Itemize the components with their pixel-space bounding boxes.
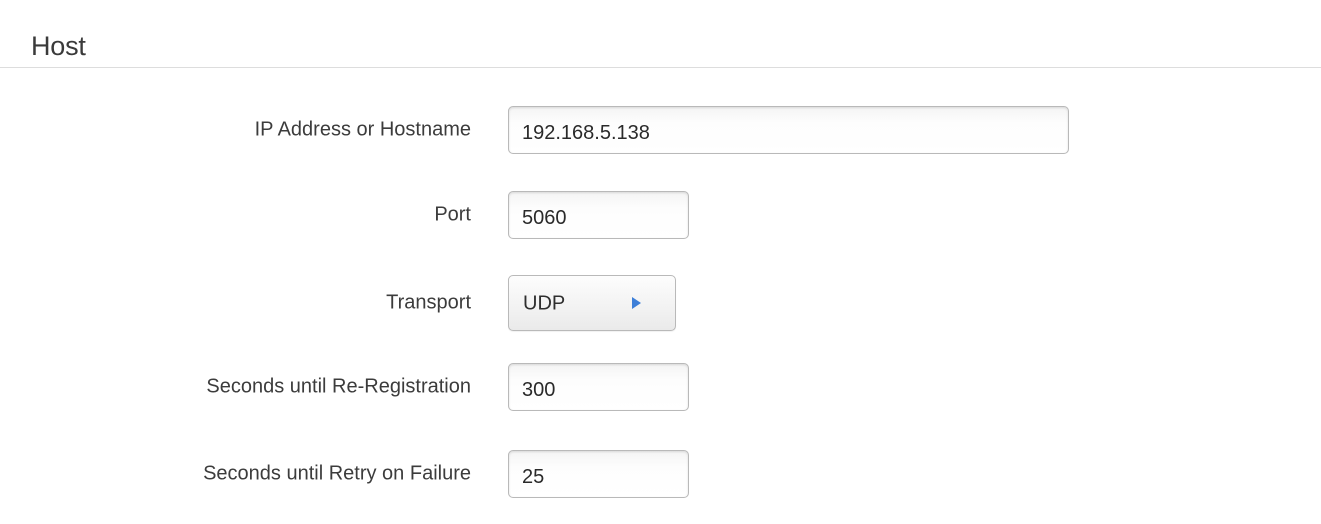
retry-row: Seconds until Retry on Failure [0,450,1321,498]
triangle-right-icon [632,297,641,309]
transport-row: Transport UDP [0,275,1321,331]
host-row: IP Address or Hostname [0,106,1321,154]
reregistration-label: Seconds until Re-Registration [206,375,471,398]
port-label: Port [434,203,471,226]
section-header: Host [0,0,1321,68]
transport-value: UDP [523,292,566,315]
transport-select[interactable]: UDP [508,275,676,331]
retry-label: Seconds until Retry on Failure [203,462,471,485]
retry-input[interactable] [508,450,689,498]
port-input[interactable] [508,191,689,239]
port-row: Port [0,191,1321,239]
transport-label: Transport [386,291,471,314]
host-settings-panel: Host IP Address or Hostname Port Transpo… [0,0,1321,524]
host-label: IP Address or Hostname [254,118,471,141]
section-title: Host [31,31,86,61]
reregistration-input[interactable] [508,363,689,411]
reregistration-row: Seconds until Re-Registration [0,363,1321,411]
host-input[interactable] [508,106,1069,154]
